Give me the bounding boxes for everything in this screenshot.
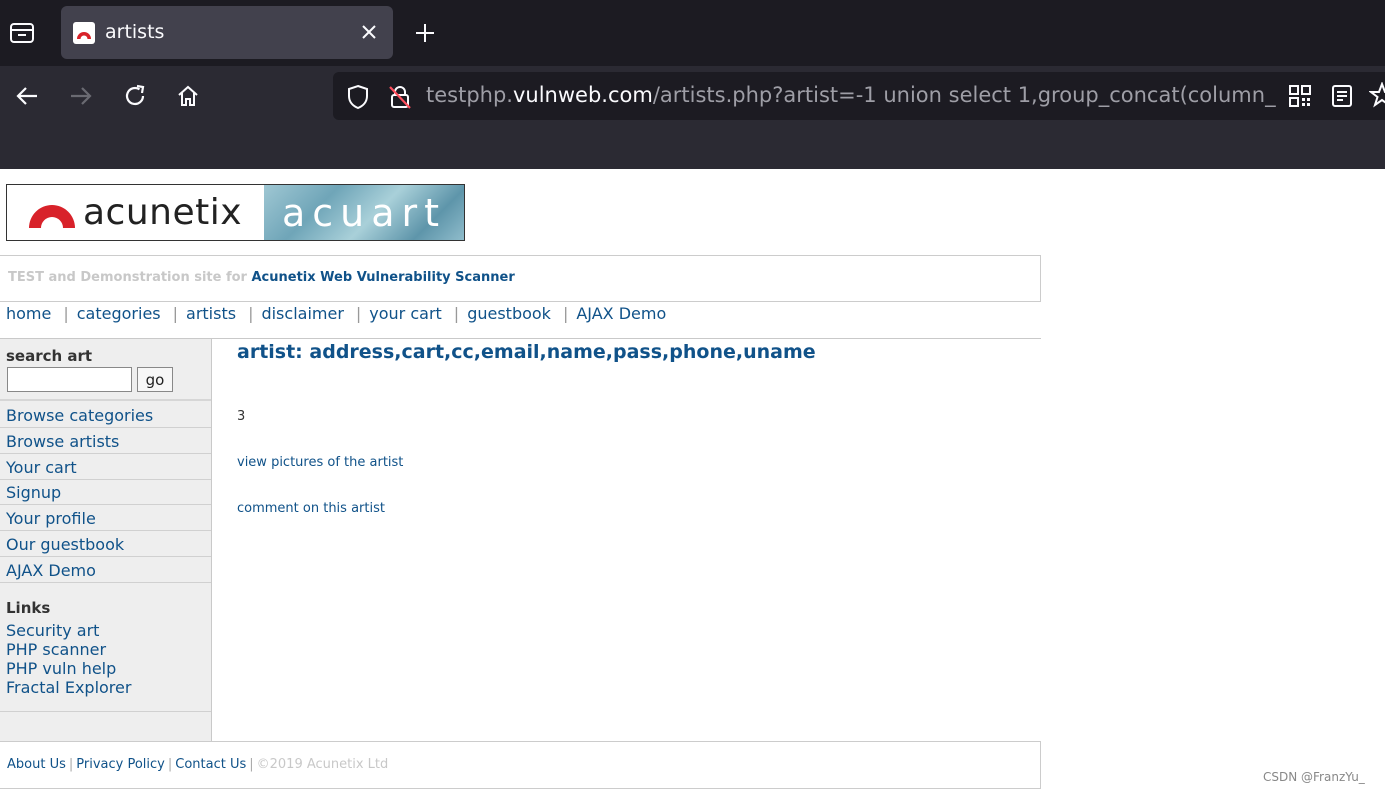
url-path: /artists.php?artist=-1 union select 1,gr… (652, 83, 1276, 107)
artist-heading: artist: address,cart,cc,email,name,pass,… (237, 341, 816, 363)
link-fractal-explorer[interactable]: Fractal Explorer (6, 678, 131, 697)
url-text[interactable]: testphp.vulnweb.com/artists.php?artist=-… (426, 83, 1276, 111)
url-bar[interactable]: testphp.vulnweb.com/artists.php?artist=-… (333, 72, 1385, 120)
shield-icon[interactable] (345, 84, 371, 110)
sidebar-item-browse-artists[interactable]: Browse artists (6, 432, 119, 451)
footer-privacy-link[interactable]: Privacy Policy (76, 757, 165, 772)
view-pictures-link[interactable]: view pictures of the artist (237, 455, 403, 470)
url-host: vulnweb.com (512, 83, 653, 107)
sidebar-item-your-profile[interactable]: Your profile (6, 509, 96, 528)
acuart-logo: acuart (264, 185, 464, 240)
divider (0, 479, 211, 480)
divider (0, 556, 211, 557)
nav-ajax-demo[interactable]: AJAX Demo (576, 304, 666, 328)
browser-chrome: artists testphp.vulnweb.com/artists.php?… (0, 0, 1385, 169)
link-php-vuln-help[interactable]: PHP vuln help (6, 659, 116, 678)
divider (0, 399, 211, 401)
insecure-lock-icon[interactable] (387, 84, 413, 110)
url-prefix: testphp. (426, 83, 513, 107)
acunetix-brand-text: acunetix (83, 192, 243, 233)
forward-arrow-icon[interactable] (65, 80, 97, 112)
nav-categories[interactable]: categories (77, 304, 161, 328)
sidebar-item-signup[interactable]: Signup (6, 483, 61, 502)
search-input[interactable] (7, 367, 132, 392)
acunetix-logo: acunetix (7, 185, 264, 240)
link-security-art[interactable]: Security art (6, 621, 99, 640)
sidebar-item-your-cart[interactable]: Your cart (6, 458, 77, 477)
nav-disclaimer[interactable]: disclaimer (261, 304, 343, 328)
comment-artist-link[interactable]: comment on this artist (237, 501, 385, 516)
sidebar-item-browse-categories[interactable]: Browse categories (6, 406, 153, 425)
reload-icon[interactable] (119, 80, 151, 112)
footer-separator: | (68, 757, 74, 772)
artist-value: 3 (237, 409, 246, 424)
tagline-text: TEST and Demonstration site for (8, 270, 252, 285)
go-button[interactable]: go (137, 367, 173, 392)
nav-separator: | (172, 304, 179, 323)
footer-separator: | (167, 757, 173, 772)
top-navigation: home | categories | artists | disclaimer… (6, 304, 666, 328)
links-title: Links (6, 599, 51, 617)
footer-contact-link[interactable]: Contact Us (175, 757, 246, 772)
nav-separator: | (453, 304, 460, 323)
nav-separator: | (63, 304, 69, 323)
reader-view-icon[interactable] (1331, 84, 1353, 108)
nav-separator: | (248, 304, 254, 323)
nav-separator: | (562, 304, 569, 323)
navigation-toolbar: testphp.vulnweb.com/artists.php?artist=-… (0, 66, 1385, 126)
divider (0, 453, 211, 454)
nav-separator: | (355, 304, 362, 323)
close-tab-icon[interactable] (357, 20, 381, 44)
nav-your-cart[interactable]: your cart (369, 304, 442, 328)
divider (0, 504, 211, 505)
site-logo[interactable]: acunetix acuart (6, 184, 465, 241)
footer-separator: | (249, 757, 254, 772)
divider (0, 427, 211, 428)
bookmark-star-icon[interactable] (1368, 81, 1385, 108)
divider (0, 711, 211, 712)
home-icon[interactable] (172, 80, 204, 112)
tab-list-icon[interactable] (4, 14, 40, 52)
footer-copyright: ©2019 Acunetix Ltd (256, 757, 389, 772)
acunetix-mark-icon (29, 204, 75, 228)
nav-home[interactable]: home (6, 304, 51, 328)
nav-guestbook[interactable]: guestbook (467, 304, 551, 328)
bookmarks-strip (0, 126, 1385, 169)
link-php-scanner[interactable]: PHP scanner (6, 640, 106, 659)
tab-title: artists (105, 21, 165, 43)
acunetix-favicon-icon (73, 22, 95, 44)
footer: About Us | Privacy Policy | Contact Us | ©2019… (0, 741, 1041, 789)
tab-artists[interactable]: artists (61, 6, 393, 59)
web-page: acunetix acuart TEST and Demonstration s… (0, 169, 1385, 793)
tab-bar: artists (0, 0, 1385, 66)
scanner-link[interactable]: Acunetix Web Vulnerability Scanner (252, 270, 515, 285)
divider (0, 582, 211, 583)
qr-code-icon[interactable] (1288, 84, 1312, 108)
sidebar-item-ajax-demo[interactable]: AJAX Demo (6, 561, 96, 580)
search-title: search art (6, 347, 93, 365)
sidebar-item-our-guestbook[interactable]: Our guestbook (6, 535, 124, 554)
new-tab-icon[interactable] (410, 18, 440, 48)
sidebar: search art go Browse categories Browse a… (0, 339, 212, 741)
back-arrow-icon[interactable] (11, 80, 43, 112)
footer-about-link[interactable]: About Us (7, 757, 66, 772)
site-tagline: TEST and Demonstration site for Acunetix… (0, 255, 1041, 302)
acuart-brand-text: acuart (281, 190, 447, 235)
csdn-watermark: CSDN @FranzYu_ (1263, 770, 1365, 784)
nav-artists[interactable]: artists (186, 304, 236, 328)
divider (0, 530, 211, 531)
